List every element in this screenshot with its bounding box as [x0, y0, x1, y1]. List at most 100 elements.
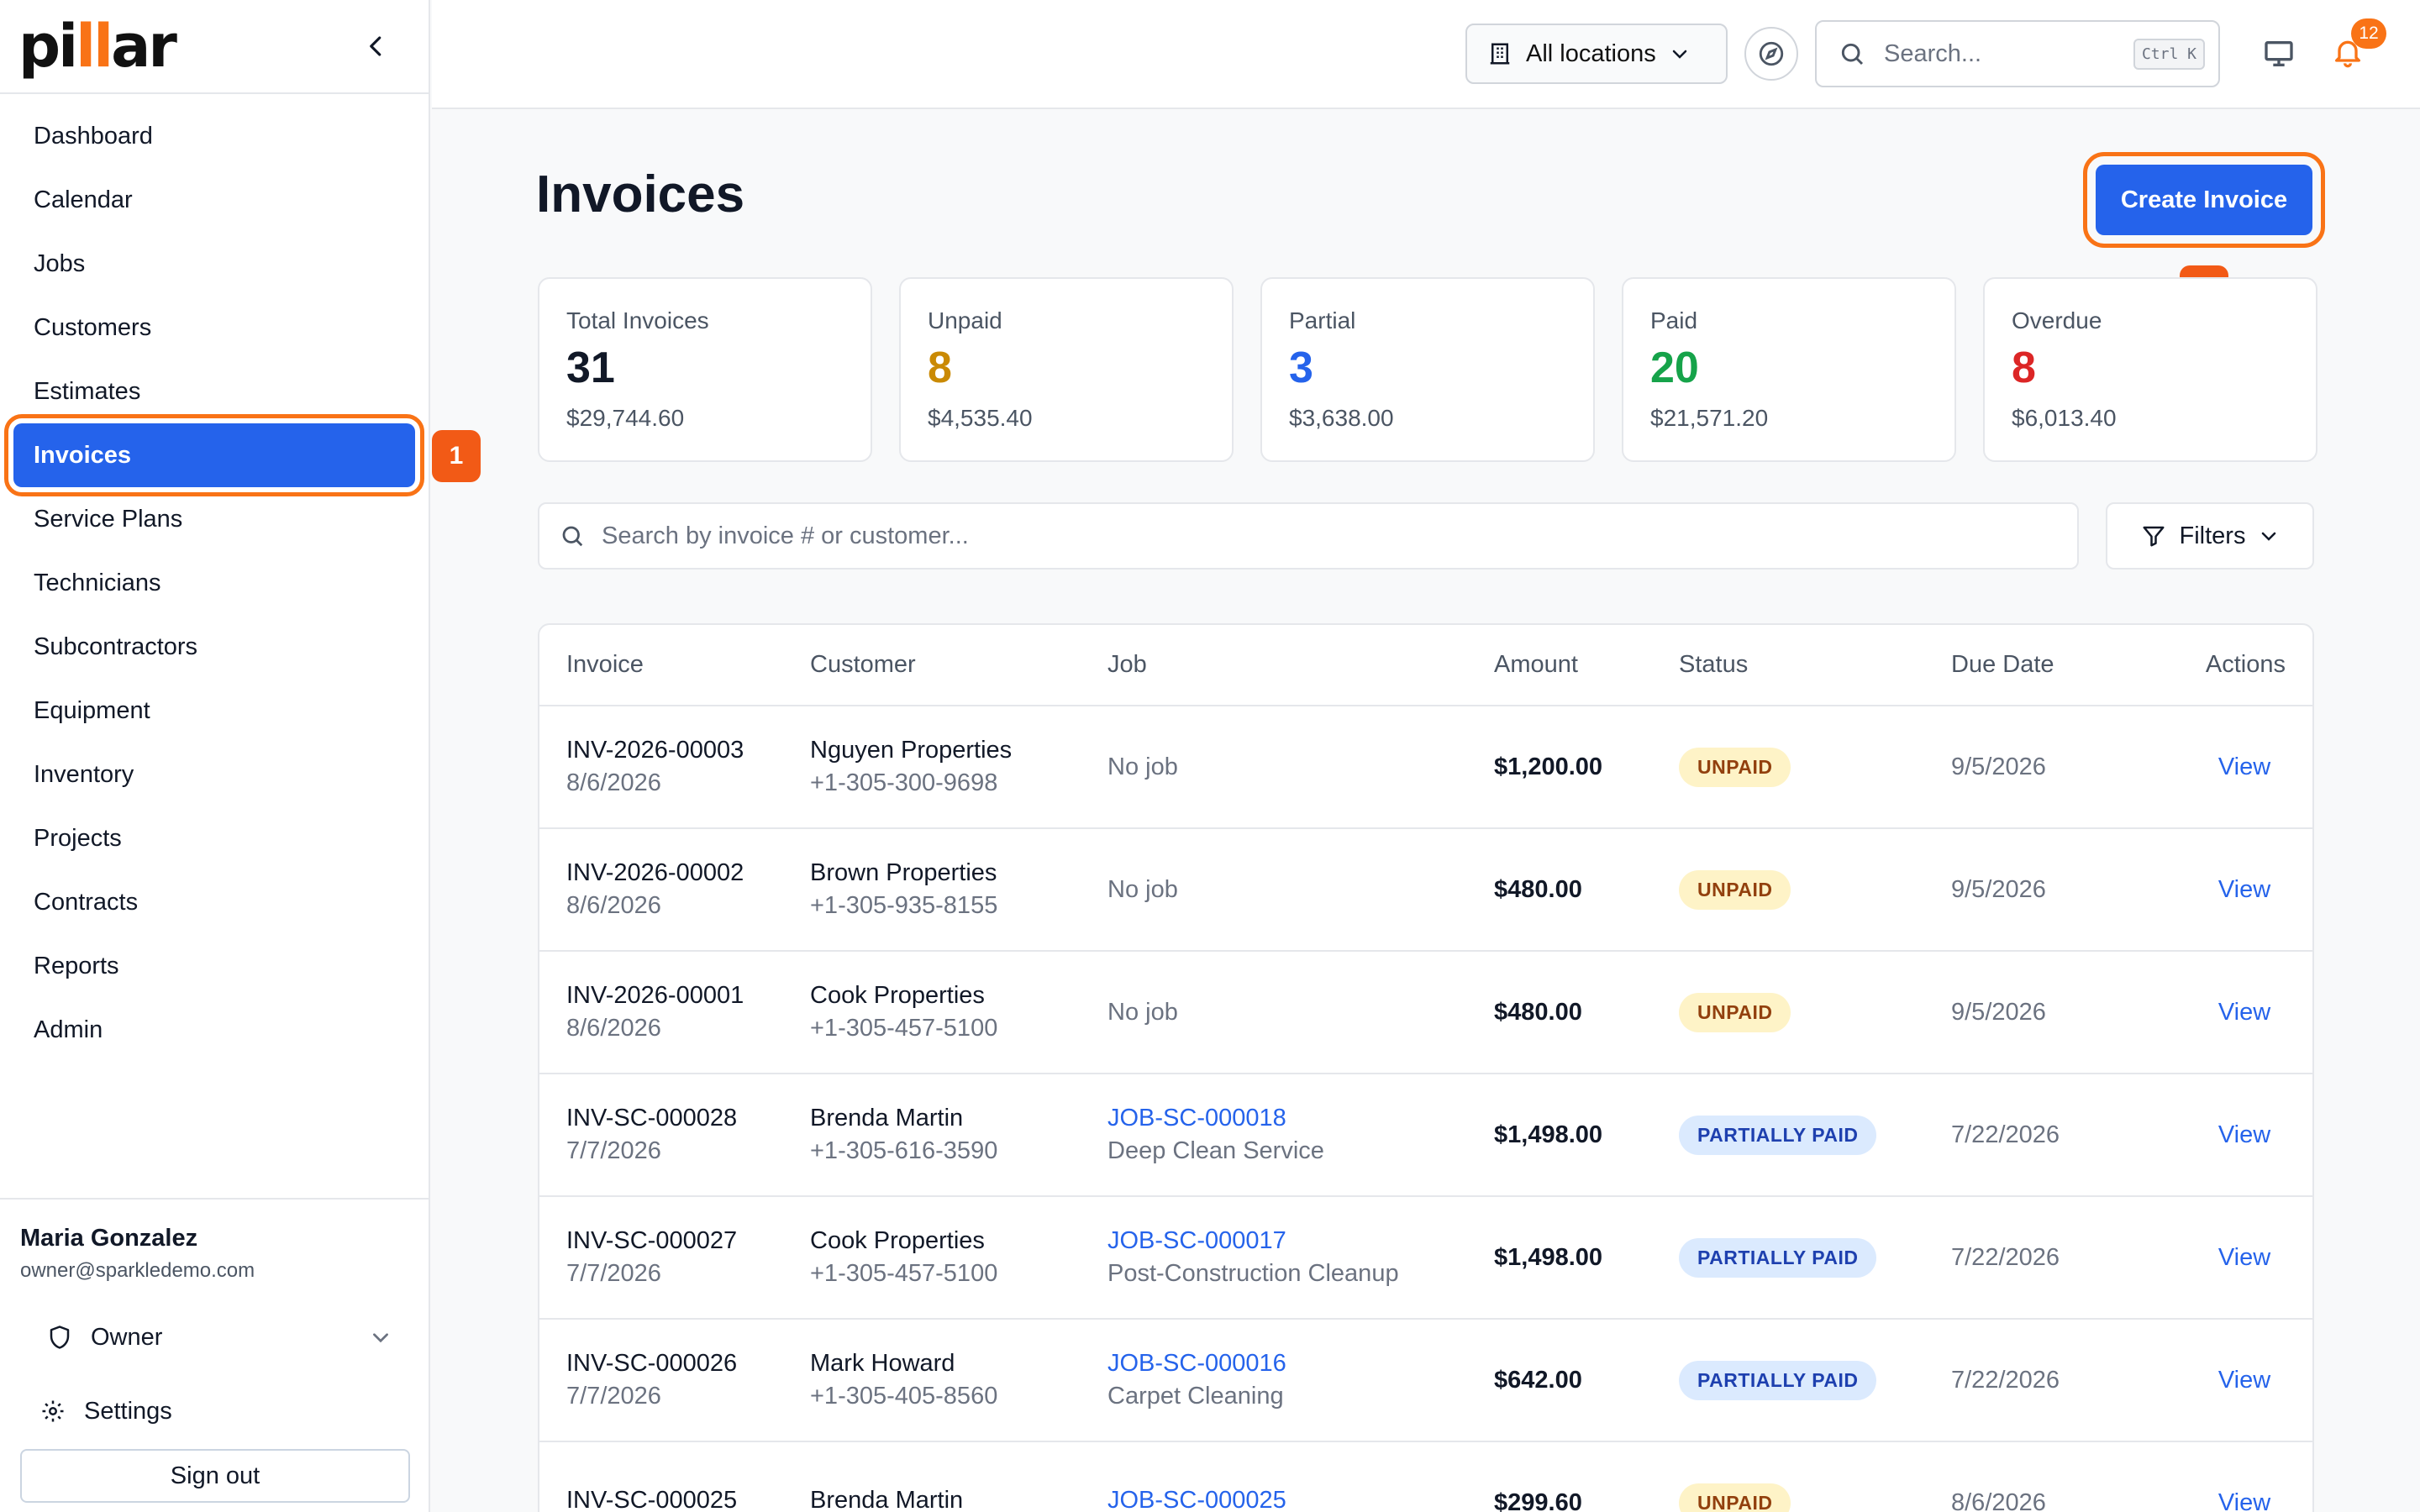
stat-card-total-invoices[interactable]: Total Invoices 31 $29,744.60 — [538, 277, 872, 462]
invoice-date: 8/6/2026 — [566, 769, 661, 796]
job-link[interactable]: JOB-SC-000017 — [1107, 1227, 1494, 1255]
customer-name: Brown Properties — [810, 859, 997, 886]
sidebar-item-projects[interactable]: Projects — [13, 806, 415, 870]
annotation-callout-1: 1 — [432, 430, 481, 482]
stat-count: 8 — [2012, 344, 2036, 392]
header-due-date[interactable]: Due Date — [1951, 625, 2176, 706]
cell-actions: View — [2176, 1074, 2312, 1197]
cell-actions: View — [2176, 1319, 2312, 1442]
view-link[interactable]: View — [2218, 1489, 2270, 1512]
pillar-logo[interactable]: pillar — [18, 17, 177, 76]
user-name: Maria Gonzalez — [20, 1225, 198, 1252]
sidebar-item-estimates[interactable]: Estimates — [13, 360, 415, 423]
table-row[interactable]: INV-2026-00001 8/6/2026 Cook Properties +1-… — [539, 951, 2312, 1074]
stat-card-overdue[interactable]: Overdue 8 $6,013.40 — [1983, 277, 2317, 462]
settings-label: Settings — [84, 1397, 172, 1425]
job-description: Post-Construction Cleanup — [1107, 1260, 1399, 1287]
stat-count: 3 — [1289, 344, 1313, 392]
status-badge: UNPAID — [1679, 992, 1791, 1032]
cell-invoice: INV-2026-00001 8/6/2026 — [539, 951, 810, 1074]
cell-invoice: INV-SC-000027 7/7/2026 — [539, 1196, 810, 1320]
collapse-sidebar-button[interactable] — [356, 26, 397, 66]
filters-button[interactable]: Filters — [2106, 502, 2314, 570]
role-selector[interactable]: Owner — [20, 1316, 410, 1358]
sidebar-item-subcontractors[interactable]: Subcontractors — [13, 615, 415, 679]
cell-actions: View — [2176, 828, 2312, 952]
user-panel: Maria Gonzalez owner@sparkledemo.com Own… — [0, 1198, 430, 1512]
stat-card-unpaid[interactable]: Unpaid 8 $4,535.40 — [899, 277, 1234, 462]
sidebar-item-admin[interactable]: Admin — [13, 998, 415, 1062]
view-link[interactable]: View — [2218, 1244, 2270, 1271]
display-button[interactable] — [2257, 32, 2301, 76]
create-invoice-button[interactable]: Create Invoice — [2083, 152, 2325, 248]
invoice-amount: $642.00 — [1494, 1366, 1582, 1394]
compass-button[interactable] — [1744, 27, 1798, 81]
invoice-number: INV-SC-000025 — [566, 1486, 738, 1512]
global-search-input[interactable]: Search... Ctrl K — [1815, 20, 2220, 87]
stat-card-paid[interactable]: Paid 20 $21,571.20 — [1622, 277, 1956, 462]
top-bar: All locations Search... Ctrl K — [432, 0, 2420, 109]
job-empty: No job — [1107, 875, 1178, 903]
cell-invoice: INV-SC-000026 7/7/2026 — [539, 1319, 810, 1442]
invoice-date: 8/6/2026 — [566, 1015, 661, 1042]
header-customer[interactable]: Customer — [810, 625, 1107, 706]
cell-job: No job — [1107, 706, 1494, 829]
sidebar-item-dashboard[interactable]: Dashboard — [13, 104, 415, 168]
invoice-amount: $1,498.00 — [1494, 1121, 1603, 1148]
filters-label: Filters — [2179, 522, 2246, 549]
sidebar-item-reports[interactable]: Reports — [13, 934, 415, 998]
sidebar-item-invoices[interactable]: Invoices — [4, 414, 424, 496]
sidebar-nav: Dashboard Calendar Jobs Customers Estimates I… — [0, 94, 429, 1062]
header-status[interactable]: Status — [1679, 625, 1951, 706]
cell-due-date: 7/22/2026 — [1951, 1319, 2176, 1442]
table-row[interactable]: INV-SC-000025 Brenda Martin JOB-SC-000025 $… — [539, 1441, 2312, 1512]
job-link[interactable]: JOB-SC-000018 — [1107, 1105, 1494, 1132]
sidebar-item-contracts[interactable]: Contracts — [13, 870, 415, 934]
view-link[interactable]: View — [2218, 876, 2270, 903]
location-select[interactable]: All locations — [1465, 24, 1728, 84]
customer-phone: +1-305-457-5100 — [810, 1015, 998, 1042]
invoice-search-input[interactable]: Search by invoice # or customer... — [538, 502, 2079, 570]
customer-name: Nguyen Properties — [810, 737, 1013, 764]
header-job[interactable]: Job — [1107, 625, 1494, 706]
cell-job: JOB-SC-000017 Post-Construction Cleanup — [1107, 1196, 1494, 1320]
view-link[interactable]: View — [2218, 999, 2270, 1026]
job-link[interactable]: JOB-SC-000025 — [1107, 1487, 1494, 1512]
sidebar-item-service-plans[interactable]: Service Plans — [13, 487, 415, 551]
customer-phone: +1-305-300-9698 — [810, 769, 998, 796]
invoice-amount: $1,200.00 — [1494, 753, 1603, 780]
invoice-number: INV-SC-000027 — [566, 1227, 738, 1254]
sidebar-header: pillar — [0, 0, 429, 94]
table-row[interactable]: INV-2026-00003 8/6/2026 Nguyen Properties +… — [539, 706, 2312, 829]
monitor-icon — [2265, 41, 2293, 66]
sidebar-item-technicians[interactable]: Technicians — [13, 551, 415, 615]
cell-due-date: 7/22/2026 — [1951, 1196, 2176, 1320]
chevron-left-icon — [370, 36, 381, 56]
header-amount[interactable]: Amount — [1494, 625, 1679, 706]
cell-amount: $480.00 — [1494, 828, 1679, 952]
job-description: Deep Clean Service — [1107, 1137, 1324, 1164]
sidebar-item-equipment[interactable]: Equipment — [13, 679, 415, 743]
sidebar-item-inventory[interactable]: Inventory — [13, 743, 415, 806]
sign-out-button[interactable]: Sign out — [20, 1449, 410, 1503]
view-link[interactable]: View — [2218, 1367, 2270, 1394]
status-badge: PARTIALLY PAID — [1679, 1115, 1877, 1155]
settings-link[interactable]: Settings — [20, 1390, 410, 1432]
chevron-down-icon — [373, 1333, 388, 1343]
invoice-date: 7/7/2026 — [566, 1383, 661, 1410]
sidebar-item-calendar[interactable]: Calendar — [13, 168, 415, 232]
table-row[interactable]: INV-SC-000028 7/7/2026 Brenda Martin +1-305… — [539, 1074, 2312, 1197]
view-link[interactable]: View — [2218, 1121, 2270, 1148]
sidebar-item-customers[interactable]: Customers — [13, 296, 415, 360]
header-invoice[interactable]: Invoice — [539, 625, 810, 706]
table-row[interactable]: INV-2026-00002 8/6/2026 Brown Properties +1… — [539, 828, 2312, 952]
stat-card-partial[interactable]: Partial 3 $3,638.00 — [1260, 277, 1595, 462]
sidebar-item-jobs[interactable]: Jobs — [13, 232, 415, 296]
table-row[interactable]: INV-SC-000026 7/7/2026 Mark Howard +1-305-4… — [539, 1319, 2312, 1442]
cell-amount: $299.60 — [1494, 1441, 1679, 1512]
view-link[interactable]: View — [2218, 753, 2270, 780]
stat-amount: $3,638.00 — [1289, 405, 1394, 431]
table-row[interactable]: INV-SC-000027 7/7/2026 Cook Properties +1-3… — [539, 1196, 2312, 1320]
cell-due-date: 7/22/2026 — [1951, 1074, 2176, 1197]
job-link[interactable]: JOB-SC-000016 — [1107, 1350, 1494, 1378]
